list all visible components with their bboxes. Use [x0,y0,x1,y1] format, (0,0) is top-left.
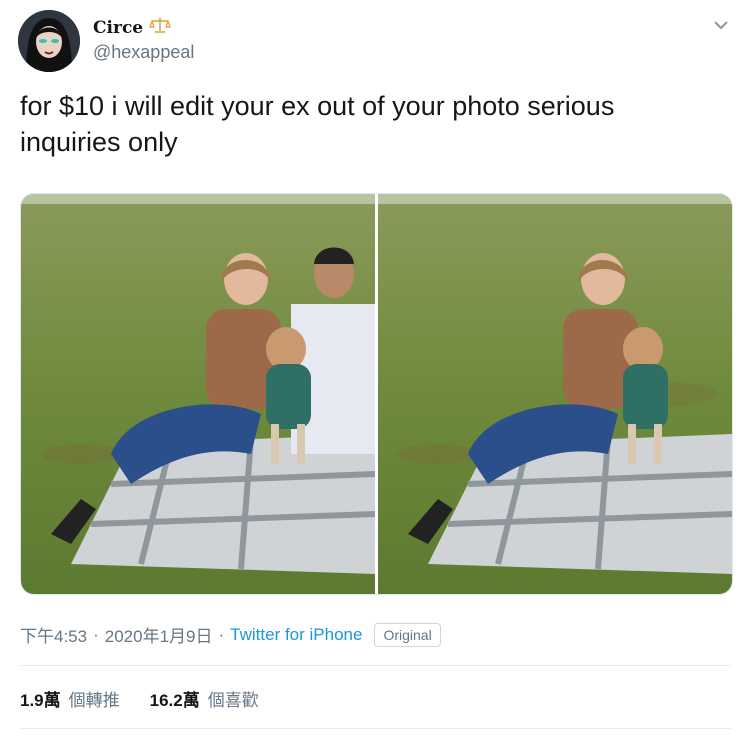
user-handle[interactable]: @hexappeal [93,42,194,63]
likes-label: 個喜歡 [207,691,259,710]
retweets-stat[interactable]: 1.9萬 個轉推 [20,686,120,711]
avatar[interactable] [18,10,80,72]
tweet-meta: 下午4:53 · 2020年1月9日 · Twitter for iPhone … [20,622,441,647]
display-name[interactable]: Circe [93,16,171,39]
original-badge: Original [374,622,441,647]
retweets-label: 個轉推 [68,691,120,710]
retweets-count: 1.9萬 [20,691,61,710]
divider [20,728,731,729]
tweet-stats: 1.9萬 個轉推 16.2萬 個喜歡 [20,686,259,711]
tweet-date[interactable]: 2020年1月9日 [105,622,213,647]
photo-before[interactable] [21,194,375,594]
photo-after[interactable] [378,194,732,594]
chevron-down-icon[interactable] [710,14,732,36]
tweet-media [20,193,733,595]
display-name-text: Circe [93,17,144,38]
tweet-text: for $10 i will edit your ex out of your … [20,91,615,157]
separator: · [218,624,225,644]
likes-stat[interactable]: 16.2萬 個喜歡 [150,686,259,711]
divider [20,665,731,666]
tweet-source-link[interactable]: Twitter for iPhone [230,625,362,645]
scales-icon [149,16,171,39]
separator: · [93,624,99,644]
tweet-time[interactable]: 下午4:53 [20,622,87,647]
likes-count: 16.2萬 [149,691,200,710]
